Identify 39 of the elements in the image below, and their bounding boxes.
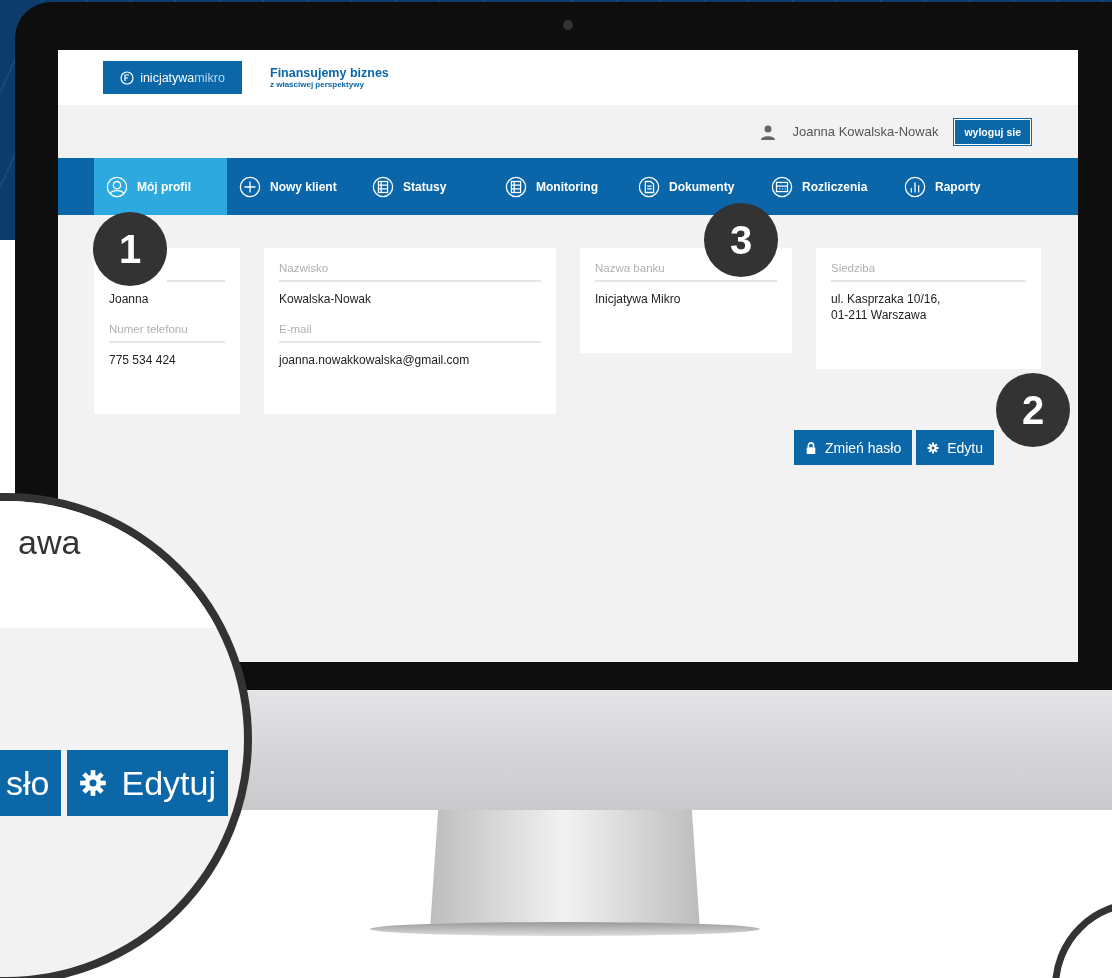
field-label: Numer telefonu — [109, 323, 188, 336]
field-label: E-mail — [279, 323, 312, 336]
field-value: Joanna — [109, 291, 150, 308]
field-label: Nazwa banku — [595, 262, 665, 274]
field-value: Kowalska-Nowak — [279, 291, 373, 308]
field-value: joanna.nowakkowalska@gmail.com — [279, 352, 471, 369]
edit-button[interactable]: Edytuj — [67, 750, 228, 816]
change-password-button[interactable]: Zmień hasło — [793, 430, 913, 466]
lock-icon — [804, 441, 817, 454]
list-icon — [372, 175, 394, 198]
settings-icon — [927, 441, 940, 454]
user-name: Joanna Kowalska-Nowak — [792, 124, 939, 139]
nav-tab[interactable]: Statusy — [360, 158, 493, 215]
edit-button[interactable]: Edytu — [916, 430, 994, 466]
field-value: ul. Kasprzaka 10/16, 01-211 Warszawa — [831, 291, 942, 324]
settings-icon — [79, 769, 108, 797]
document-icon — [638, 175, 660, 198]
logo-icon — [120, 70, 135, 85]
field-label: Nazwisko — [279, 262, 329, 274]
change-password-button[interactable]: sło — [0, 750, 62, 816]
logo[interactable]: inicjatywamikro — [103, 61, 242, 94]
tagline-title: Finansujemy biznes — [270, 66, 389, 80]
logo-text: inicjatywamikro — [140, 70, 225, 85]
field-value: Inicjatywa Mikro — [595, 291, 682, 308]
tagline-subtitle: z właściwej perspektywy — [270, 80, 365, 89]
bar-chart-icon — [904, 175, 926, 198]
camera-dot — [563, 20, 573, 30]
field-value: 775 534 424 — [109, 352, 177, 369]
calculator-icon — [771, 175, 793, 198]
nav-tab[interactable]: Monitoring — [493, 158, 626, 215]
plus-icon — [239, 175, 261, 198]
nav-tab[interactable]: Nowy klient — [227, 158, 360, 215]
logout-button[interactable]: wyloguj sie — [954, 118, 1031, 145]
nav-tab[interactable]: Raporty — [892, 158, 1025, 215]
user-icon — [106, 175, 128, 198]
field-label: Siedziba — [831, 262, 876, 274]
user-icon — [760, 123, 777, 140]
address-text: awa — [18, 523, 81, 563]
list-icon — [505, 175, 527, 198]
